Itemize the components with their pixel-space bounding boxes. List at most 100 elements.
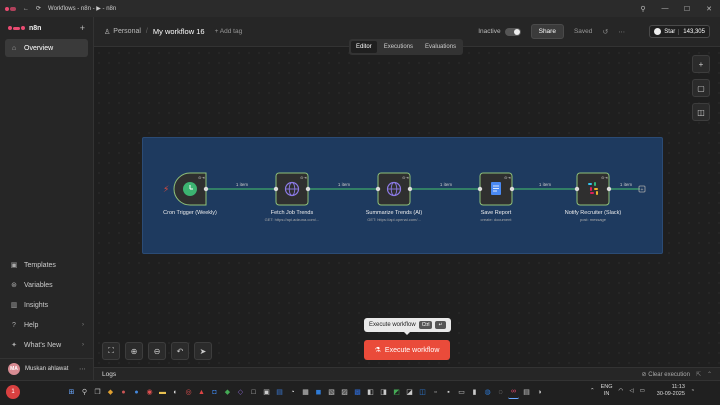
pointer-icon[interactable]: ➤ bbox=[194, 342, 212, 360]
breadcrumb-project[interactable]: ♙ Personal bbox=[94, 28, 141, 36]
app-icon[interactable]: ◩ bbox=[391, 385, 402, 399]
back-icon[interactable]: ← bbox=[23, 6, 29, 12]
chevron-up-icon[interactable]: ⌃ bbox=[707, 371, 712, 378]
node-title: Notify Recruiter (Slack) bbox=[565, 210, 622, 216]
app-icon[interactable]: ▣ bbox=[261, 385, 272, 399]
app-icon[interactable]: ◍ bbox=[482, 385, 493, 399]
app-icon[interactable]: ◨ bbox=[378, 385, 389, 399]
more-icon[interactable]: ⋯ bbox=[618, 28, 625, 36]
app-icon[interactable]: ◐ bbox=[170, 385, 181, 399]
node-fetch-job-trends[interactable]: ⊙⇥ bbox=[273, 172, 311, 206]
app-icon[interactable]: ▩ bbox=[352, 385, 363, 399]
github-star-button[interactable]: Star 143,305 bbox=[649, 25, 710, 38]
pop-out-icon[interactable]: ⇱ bbox=[696, 371, 701, 378]
app-icon[interactable]: ◪ bbox=[404, 385, 415, 399]
node-subtitle: GET: https://api.openai.com/... bbox=[367, 217, 421, 222]
app-icon[interactable]: ▦ bbox=[300, 385, 311, 399]
node-summarize-trends[interactable]: ⊙⇥ bbox=[375, 172, 413, 206]
n8n-taskbar-icon[interactable]: ∞ bbox=[508, 385, 519, 399]
user-menu[interactable]: MA Muskan ahlawat ⋯ bbox=[0, 358, 94, 378]
app-icon[interactable]: ◎ bbox=[183, 385, 194, 399]
app-icon[interactable]: ▪ bbox=[443, 385, 454, 399]
node-cron-trigger[interactable]: ⊙⇥ bbox=[173, 172, 209, 206]
n8n-logo-icon[interactable] bbox=[8, 26, 25, 30]
sidebar-item-overview[interactable]: ⌂ Overview bbox=[5, 39, 88, 57]
logs-title: Logs bbox=[102, 370, 117, 378]
history-icon[interactable]: ↺ bbox=[602, 28, 608, 36]
clock[interactable]: 11:13 30-09-2025 bbox=[657, 384, 685, 398]
file-explorer-icon[interactable]: ▬ bbox=[157, 385, 168, 399]
maximize-button[interactable]: ☐ bbox=[676, 5, 698, 13]
task-view-icon[interactable]: ❐ bbox=[92, 385, 103, 399]
app-icon[interactable]: ▲ bbox=[196, 385, 207, 399]
search-icon[interactable]: ⚲ bbox=[79, 385, 90, 399]
app-icon[interactable]: ◼ bbox=[313, 385, 324, 399]
sidebar-item-whats-new[interactable]: ✦ What's New › bbox=[5, 335, 89, 355]
sidebar-item-insights[interactable]: ▥ Insights bbox=[5, 295, 89, 315]
panel-toggle-icon[interactable]: ◫ bbox=[692, 103, 710, 121]
extensions-icon[interactable]: ⚲ bbox=[632, 5, 654, 13]
undo-icon[interactable]: ↶ bbox=[171, 342, 189, 360]
chevron-up-icon[interactable]: ⌃ bbox=[590, 388, 595, 394]
create-plus-button[interactable]: + bbox=[80, 23, 85, 33]
sidebar-item-variables[interactable]: ⊛ Variables bbox=[5, 275, 89, 295]
more-icon[interactable]: ⋯ bbox=[79, 365, 86, 373]
zoom-out-icon[interactable]: ⊖ bbox=[148, 342, 166, 360]
wifi-icon[interactable]: ◠ bbox=[619, 388, 624, 394]
refresh-icon[interactable]: ⟳ bbox=[36, 5, 41, 12]
app-icon[interactable]: ◧ bbox=[365, 385, 376, 399]
app-icon[interactable]: ▫ bbox=[430, 385, 441, 399]
app-icon[interactable]: ● bbox=[118, 385, 129, 399]
tooltip-text: Execute workflow bbox=[369, 322, 416, 328]
node-notify-recruiter[interactable]: ⊙⇥ bbox=[574, 172, 612, 206]
add-tag-button[interactable]: + Add tag bbox=[215, 28, 243, 35]
weather-badge[interactable]: 1 bbox=[6, 385, 20, 399]
windows-start-icon[interactable]: ⊞ bbox=[66, 385, 77, 399]
app-icon[interactable]: ◇ bbox=[235, 385, 246, 399]
battery-icon[interactable]: ▭ bbox=[640, 388, 645, 394]
app-icon[interactable]: ▧ bbox=[326, 385, 337, 399]
close-button[interactable]: ✕ bbox=[698, 5, 720, 13]
app-icon[interactable]: ◘ bbox=[209, 385, 220, 399]
avatar: MA bbox=[8, 362, 20, 375]
minimize-button[interactable]: — bbox=[654, 5, 676, 12]
execute-workflow-button[interactable]: ⚗ Execute workflow bbox=[364, 340, 450, 360]
app-icon[interactable]: ◑ bbox=[534, 385, 545, 399]
widget-icon[interactable]: ◆ bbox=[105, 385, 116, 399]
app-icon[interactable]: ◌ bbox=[495, 385, 506, 399]
sticky-note-icon[interactable]: ▢ bbox=[692, 79, 710, 97]
sidebar-item-help[interactable]: ? Help › bbox=[5, 315, 89, 335]
app-icon[interactable]: ▭ bbox=[456, 385, 467, 399]
app-icon[interactable]: ▤ bbox=[521, 385, 532, 399]
share-button[interactable]: Share bbox=[530, 24, 564, 39]
app-icon[interactable]: ▨ bbox=[339, 385, 350, 399]
notification-icon[interactable]: ◔ bbox=[691, 388, 694, 394]
language-indicator[interactable]: ENG IN bbox=[601, 384, 613, 398]
logs-panel[interactable]: Logs ⊘ Clear execution ⇱ ⌃ bbox=[94, 367, 720, 380]
app-icon[interactable]: ◫ bbox=[417, 385, 428, 399]
app-icon[interactable]: ◆ bbox=[222, 385, 233, 399]
app-icon[interactable]: ▮ bbox=[469, 385, 480, 399]
app-icon[interactable]: □ bbox=[248, 385, 259, 399]
node-save-report[interactable]: ⊙⇥ bbox=[477, 172, 515, 206]
svg-text:⊙⇥: ⊙⇥ bbox=[402, 175, 409, 180]
workflow-canvas[interactable]: Editor Executions Evaluations ⚡ 1 item 1… bbox=[94, 39, 720, 366]
app-icon[interactable]: ● bbox=[131, 385, 142, 399]
app-icon[interactable]: ◉ bbox=[144, 385, 155, 399]
sidebar-item-label: What's New bbox=[24, 341, 62, 349]
sidebar-item-label: Overview bbox=[24, 44, 54, 52]
add-node-button[interactable]: + bbox=[692, 55, 710, 73]
node-subtitle: post: message bbox=[580, 217, 607, 222]
app-icon[interactable]: ▤ bbox=[274, 385, 285, 399]
active-toggle[interactable] bbox=[504, 27, 521, 36]
fit-view-icon[interactable]: ⛶ bbox=[102, 342, 120, 360]
breadcrumb-separator: / bbox=[145, 28, 148, 35]
sidebar-item-templates[interactable]: ▣ Templates bbox=[5, 255, 89, 275]
zoom-in-icon[interactable]: ⊕ bbox=[125, 342, 143, 360]
volume-icon[interactable]: ◁ bbox=[629, 388, 633, 394]
app-icon[interactable]: ◔ bbox=[287, 385, 298, 399]
trigger-bolt-icon: ⚡ bbox=[163, 184, 169, 194]
clear-execution-button[interactable]: ⊘ Clear execution bbox=[642, 371, 690, 378]
workflow-name[interactable]: My workflow 16 bbox=[153, 27, 205, 36]
chevron-right-icon: › bbox=[82, 322, 84, 328]
